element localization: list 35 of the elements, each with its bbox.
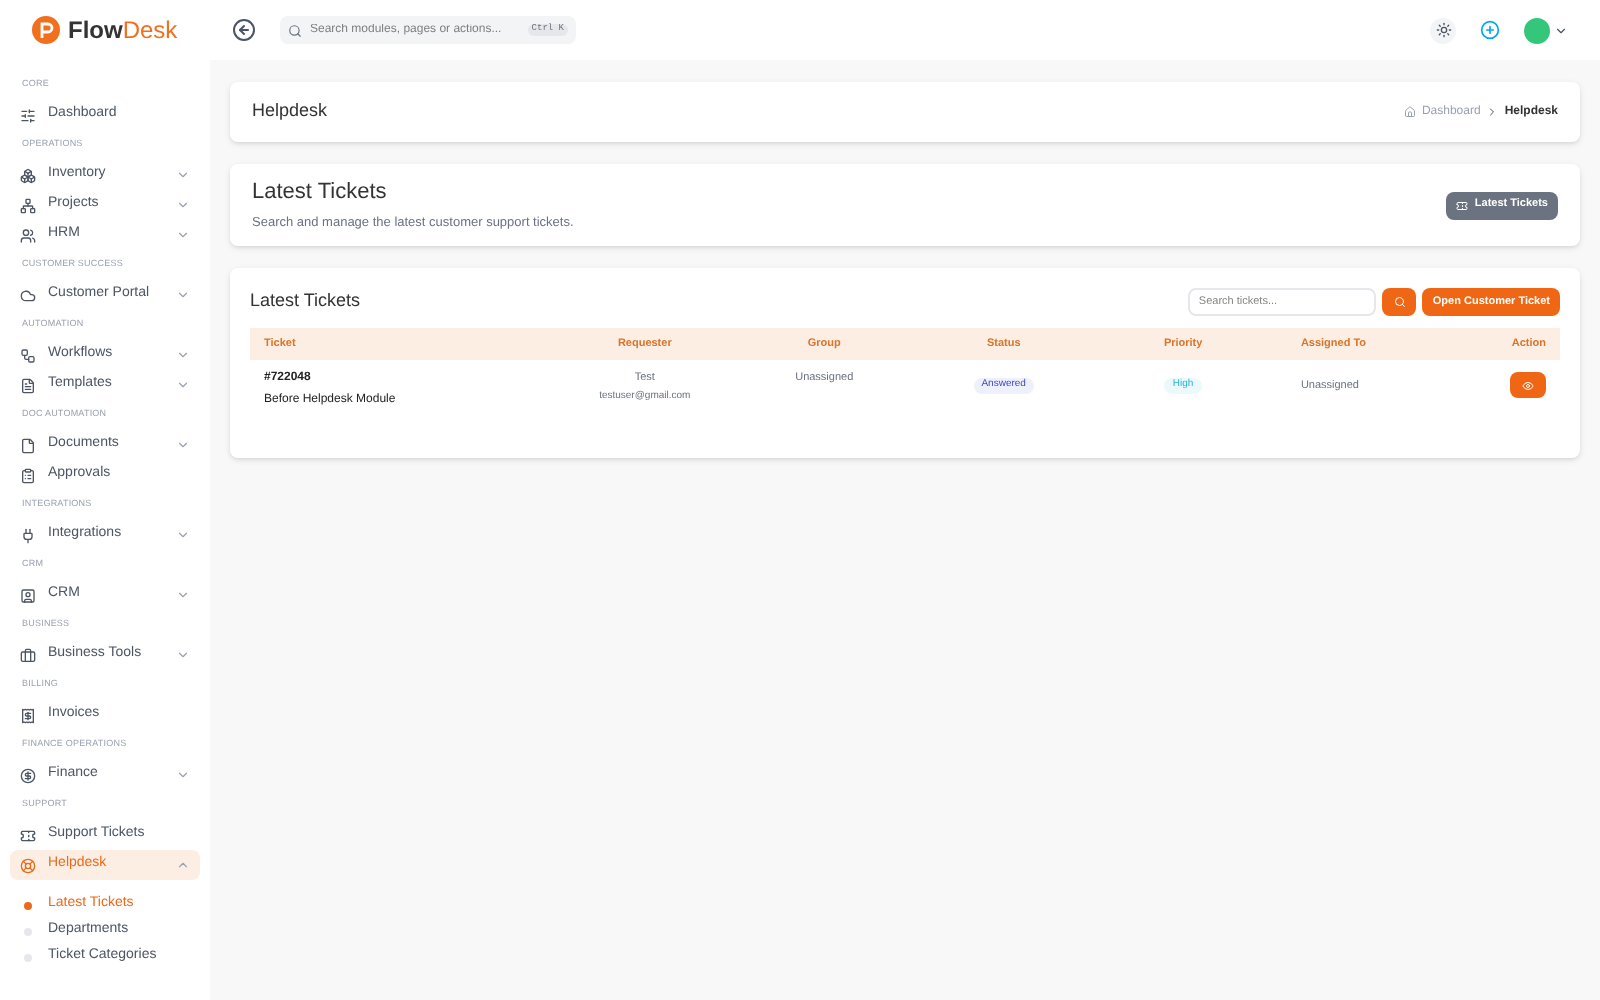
theme-button[interactable] bbox=[1430, 17, 1456, 43]
ticket-icon bbox=[1456, 199, 1469, 211]
chevron-right-icon bbox=[1486, 106, 1499, 118]
network-icon bbox=[20, 197, 36, 213]
ticket-icon bbox=[20, 827, 36, 843]
sliders-icon bbox=[20, 107, 36, 123]
contact-icon bbox=[20, 587, 36, 603]
sun-icon bbox=[1435, 22, 1451, 38]
receipt-icon bbox=[20, 707, 36, 723]
cloud-icon bbox=[20, 287, 36, 303]
plug-icon bbox=[20, 527, 36, 543]
section-title: Latest Tickets bbox=[252, 177, 389, 208]
collapse-sidebar-icon[interactable] bbox=[232, 18, 256, 42]
add-icon[interactable] bbox=[1480, 20, 1500, 40]
card-title: Latest Tickets bbox=[250, 288, 361, 315]
workflow-icon bbox=[20, 347, 36, 363]
boxes-icon bbox=[20, 167, 36, 183]
chevron-down-icon[interactable] bbox=[1554, 23, 1568, 37]
file-icon bbox=[20, 437, 36, 453]
eye-icon bbox=[1522, 379, 1534, 391]
search-icon bbox=[1393, 296, 1406, 308]
home-icon bbox=[1403, 106, 1416, 118]
clipboard-icon bbox=[20, 467, 36, 483]
view-button[interactable] bbox=[1510, 372, 1546, 398]
lifebuoy-icon bbox=[20, 857, 36, 873]
briefcase-icon bbox=[20, 647, 36, 663]
page-title: Helpdesk bbox=[252, 98, 328, 125]
coin-icon bbox=[20, 767, 36, 783]
logo-icon bbox=[32, 16, 60, 44]
search-icon bbox=[288, 23, 302, 37]
bullet-icon bbox=[24, 901, 32, 909]
document-icon bbox=[20, 377, 36, 393]
brand-name: FlowDesk bbox=[68, 14, 178, 48]
search-button[interactable] bbox=[1382, 288, 1417, 316]
users-icon bbox=[20, 227, 36, 243]
